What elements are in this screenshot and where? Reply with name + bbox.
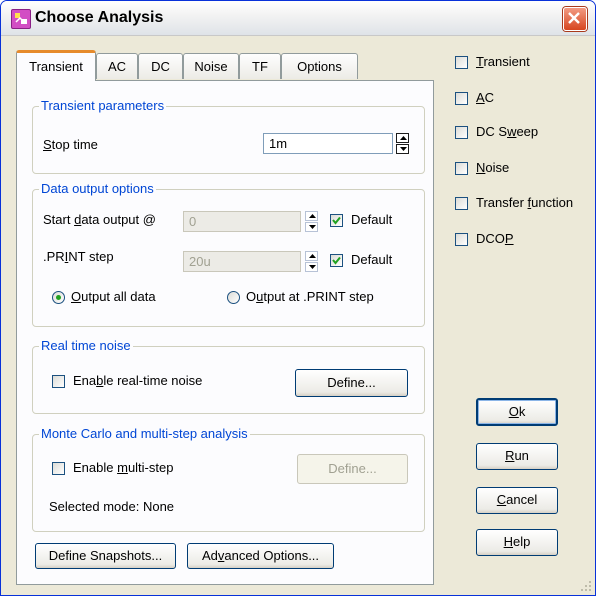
enable-real-time-noise-checkbox[interactable] [52, 375, 65, 388]
start-default-checkbox[interactable] [330, 214, 343, 227]
selected-mode-text: Selected mode: None [49, 499, 175, 514]
group-title: Data output options [39, 181, 156, 196]
print-step-input[interactable]: 20u [183, 251, 301, 272]
analysis-dcop-checkbox[interactable] [455, 233, 468, 246]
enable-real-time-noise-label: Enable real-time noise [73, 373, 203, 388]
analysis-transfer-function-label: Transfer function [476, 195, 574, 210]
ok-button[interactable]: Ok [476, 398, 558, 426]
help-button[interactable]: Help [476, 529, 558, 556]
checkmark-icon [332, 216, 341, 225]
group-title: Real time noise [39, 338, 133, 353]
window-title: Choose Analysis [35, 9, 164, 26]
tab-tf[interactable]: TF [239, 53, 281, 79]
arrow-up-icon [309, 254, 316, 258]
app-icon [11, 9, 31, 29]
analysis-dcop-label: DCOP [476, 231, 514, 246]
arrow-up-icon [309, 214, 316, 218]
tab-ac[interactable]: AC [96, 53, 138, 79]
spin-down-button[interactable] [305, 262, 318, 272]
print-default-checkbox[interactable] [330, 254, 343, 267]
analysis-dc-sweep-checkbox[interactable] [455, 126, 468, 139]
output-at-print-step-label: Output at .PRINT step [246, 289, 374, 304]
output-at-print-step-radio[interactable] [227, 291, 240, 304]
title-bar[interactable]: Choose Analysis [1, 1, 595, 36]
analysis-dc-sweep-label: DC Sweep [476, 124, 539, 139]
analysis-transfer-function-checkbox[interactable] [455, 197, 468, 210]
start-data-output-input[interactable]: 0 [183, 211, 301, 232]
arrow-up-icon [400, 136, 407, 140]
stop-time-label: Stop time [43, 137, 98, 152]
data-output-options-group: Data output options Start data output @ … [32, 181, 425, 327]
output-all-data-label: Output all data [71, 289, 156, 304]
resize-grip-icon[interactable] [580, 580, 592, 592]
monte-carlo-group: Monte Carlo and multi-step analysis Enab… [32, 426, 425, 532]
tab-dc[interactable]: DC [138, 53, 183, 79]
group-title: Monte Carlo and multi-step analysis [39, 426, 250, 441]
start-data-output-label: Start data output @ [43, 212, 156, 227]
advanced-options-button[interactable]: Advanced Options... [187, 543, 334, 569]
arrow-down-icon [400, 147, 407, 151]
cancel-button[interactable]: Cancel [476, 487, 558, 514]
arrow-down-icon [309, 265, 316, 269]
run-button[interactable]: Run [476, 443, 558, 470]
spin-up-button[interactable] [305, 211, 318, 221]
tab-transient[interactable]: Transient [16, 50, 96, 81]
print-step-spinner[interactable] [305, 251, 318, 272]
arrow-down-icon [309, 225, 316, 229]
real-time-noise-define-button[interactable]: Define... [295, 369, 408, 397]
spin-down-button[interactable] [396, 144, 409, 154]
stop-time-input[interactable]: 1m [263, 133, 393, 154]
transient-parameters-group: Transient parameters Stop time 1m [32, 98, 425, 174]
tab-options[interactable]: Options [281, 53, 358, 79]
analysis-noise-label: Noise [476, 160, 510, 175]
stop-time-spinner[interactable] [396, 133, 409, 154]
output-all-data-radio[interactable] [52, 291, 65, 304]
analysis-transient-checkbox[interactable] [455, 56, 468, 69]
close-icon [568, 12, 580, 24]
analysis-noise-checkbox[interactable] [455, 162, 468, 175]
transient-tab-panel: Transient parameters Stop time 1m Data o… [16, 80, 434, 585]
choose-analysis-dialog: Choose Analysis Transient AC DC Noise TF… [0, 0, 596, 596]
enable-multi-step-label: Enable multi-step [73, 460, 174, 475]
tab-noise[interactable]: Noise [183, 53, 239, 79]
start-data-output-spinner[interactable] [305, 211, 318, 232]
print-default-label: Default [351, 252, 393, 267]
close-button[interactable] [563, 7, 587, 31]
start-default-label: Default [351, 212, 393, 227]
multi-step-define-button[interactable]: Define... [297, 454, 408, 484]
checkmark-icon [332, 256, 341, 265]
analysis-ac-label: AC [476, 90, 495, 105]
radio-selected-dot [56, 295, 61, 300]
enable-multi-step-checkbox[interactable] [52, 462, 65, 475]
define-snapshots-button[interactable]: Define Snapshots... [35, 543, 176, 569]
spin-down-button[interactable] [305, 222, 318, 232]
real-time-noise-group: Real time noise Enable real-time noise D… [32, 338, 425, 414]
analysis-transient-label: Transient [476, 54, 530, 69]
group-title: Transient parameters [39, 98, 167, 113]
analysis-ac-checkbox[interactable] [455, 92, 468, 105]
spin-up-button[interactable] [396, 133, 409, 143]
spin-up-button[interactable] [305, 251, 318, 261]
print-step-label: .PRINT step [43, 249, 114, 264]
